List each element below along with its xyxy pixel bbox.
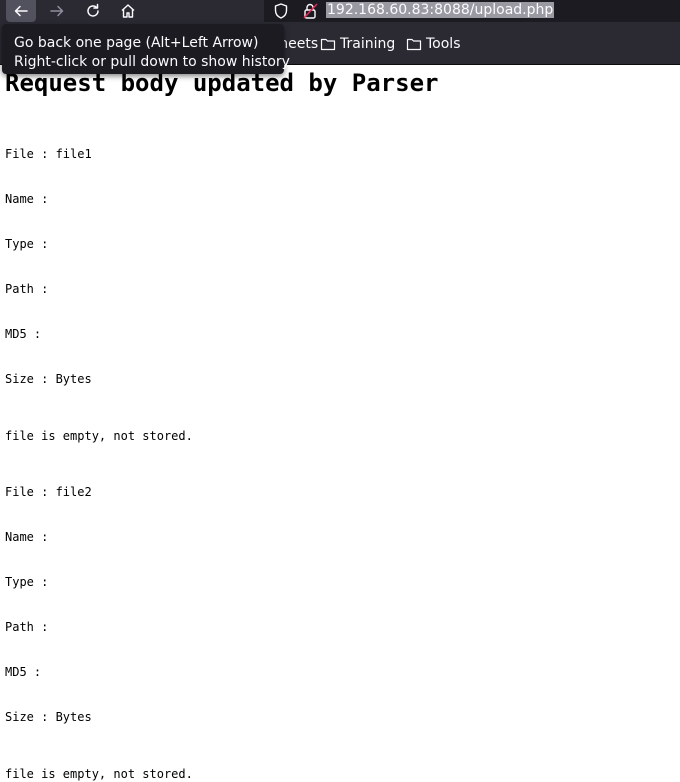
file-status: file is empty, not stored.	[5, 767, 193, 781]
type-label: Type :	[5, 575, 49, 589]
file-status: file is empty, not stored.	[5, 429, 193, 443]
size-label: Size : Bytes	[5, 710, 92, 724]
bookmark-label: Tools	[426, 36, 461, 52]
url-selection[interactable]: 192.168.60.83:8088/upload.php	[326, 2, 555, 18]
path-label: Path :	[5, 620, 49, 634]
path-label: Path :	[5, 282, 49, 296]
reload-button[interactable]	[79, 0, 107, 22]
tooltip-line-2: Right-click or pull down to show history	[14, 54, 290, 70]
md5-label: MD5 :	[5, 665, 42, 679]
bookmark-folder-training[interactable]: Training	[320, 35, 395, 53]
file-info-block: File : file1 Name : Type : Path : MD5 : …	[5, 117, 675, 417]
folder-icon	[406, 38, 422, 51]
back-button-tooltip: Go back one page (Alt+Left Arrow) Right-…	[2, 24, 290, 74]
file-label: File : file2	[5, 485, 92, 499]
md5-label: MD5 :	[5, 327, 42, 341]
file-label: File : file1	[5, 147, 92, 161]
lock-insecure-icon[interactable]	[302, 2, 320, 20]
bookmark-folder-tools[interactable]: Tools	[406, 35, 461, 53]
home-button[interactable]	[114, 0, 142, 22]
back-button[interactable]	[6, 0, 36, 22]
name-label: Name :	[5, 530, 49, 544]
arrow-right-icon	[50, 5, 64, 17]
folder-icon	[320, 38, 336, 51]
type-label: Type :	[5, 237, 49, 251]
page-content: Request body updated by Parser File : fi…	[5, 64, 675, 782]
bookmark-label: Training	[340, 36, 396, 52]
forward-button[interactable]	[43, 0, 71, 22]
name-label: Name :	[5, 192, 49, 206]
file-info-block: File : file2 Name : Type : Path : MD5 : …	[5, 455, 675, 755]
address-bar[interactable]: 192.168.60.83:8088/upload.php	[264, 0, 680, 22]
url-text[interactable]: 192.168.60.83:8088/upload.php	[326, 1, 555, 19]
size-label: Size : Bytes	[5, 372, 92, 386]
home-icon	[121, 4, 135, 18]
navigation-toolbar: 192.168.60.83:8088/upload.php	[0, 0, 680, 22]
shield-icon[interactable]	[273, 2, 289, 20]
reload-icon	[87, 3, 99, 17]
tooltip-line-1: Go back one page (Alt+Left Arrow)	[14, 35, 259, 51]
arrow-left-icon	[14, 5, 28, 17]
